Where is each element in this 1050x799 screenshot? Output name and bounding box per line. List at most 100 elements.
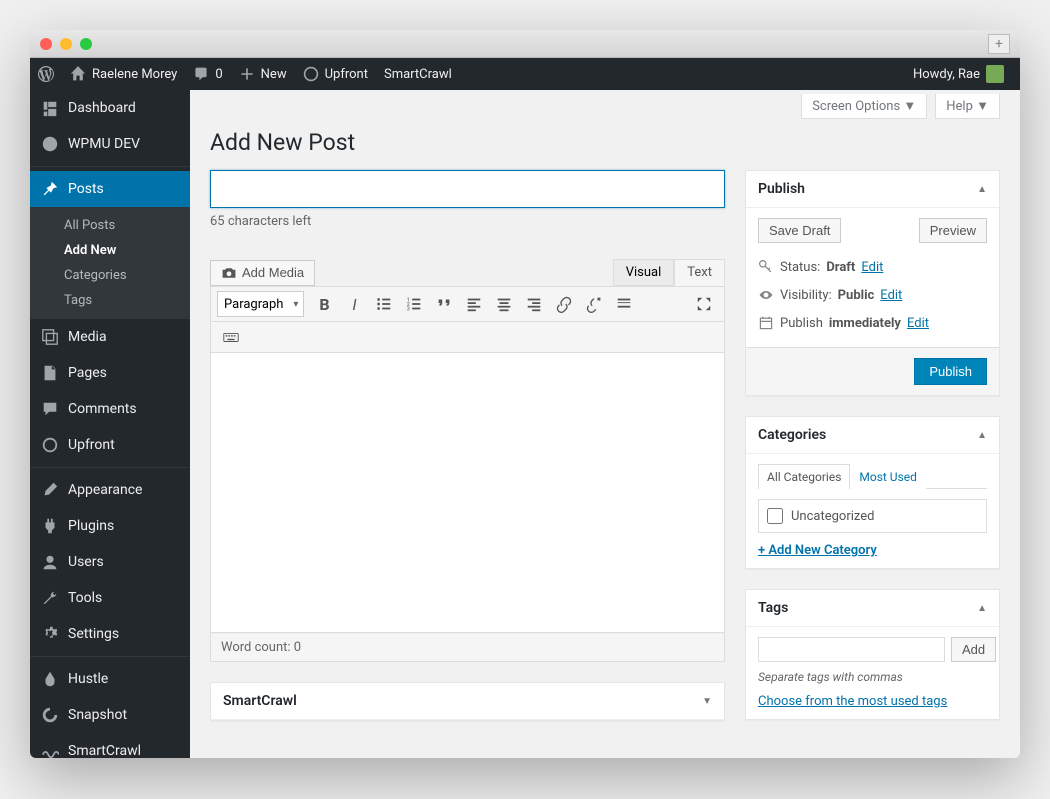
mac-close-button[interactable] — [40, 38, 52, 50]
visual-tab[interactable]: Visual — [613, 259, 675, 286]
collapse-icon[interactable]: ▲ — [977, 184, 987, 195]
preview-button[interactable]: Preview — [919, 218, 987, 243]
wpmudev-icon — [41, 135, 59, 153]
upfront-menu[interactable]: Upfront — [295, 58, 376, 90]
submenu-tags[interactable]: Tags — [30, 288, 190, 313]
numbered-list-button[interactable]: 123 — [400, 291, 428, 317]
submenu-all-posts[interactable]: All Posts — [30, 213, 190, 238]
publish-button[interactable]: Publish — [914, 358, 987, 385]
italic-button[interactable]: I — [340, 291, 368, 317]
my-account-menu[interactable]: Howdy, Rae — [905, 58, 1012, 90]
add-category-link[interactable]: + Add New Category — [758, 543, 987, 558]
choose-tags-link[interactable]: Choose from the most used tags — [758, 694, 987, 709]
menu-users[interactable]: Users — [30, 544, 190, 580]
comments-menu[interactable]: 0 — [185, 58, 230, 90]
screen-options-tab[interactable]: Screen Options ▼ — [801, 94, 927, 119]
menu-plugins[interactable]: Plugins — [30, 508, 190, 544]
fullscreen-button[interactable] — [690, 291, 718, 317]
tags-box: Tags▲ Add Separate tags with commas Choo… — [745, 589, 1000, 720]
users-icon — [41, 553, 59, 571]
comments-count: 0 — [215, 67, 222, 82]
brush-icon — [41, 481, 59, 499]
bullet-list-button[interactable] — [370, 291, 398, 317]
site-name-label: Raelene Morey — [92, 67, 177, 82]
admin-toolbar: Raelene Morey 0 New Upfront SmartCrawl — [30, 58, 1020, 90]
menu-tools[interactable]: Tools — [30, 580, 190, 616]
new-label: New — [261, 67, 287, 82]
blockquote-button[interactable] — [430, 291, 458, 317]
tag-hint: Separate tags with commas — [758, 670, 987, 684]
menu-media[interactable]: Media — [30, 319, 190, 355]
align-center-button[interactable] — [490, 291, 518, 317]
menu-pages[interactable]: Pages — [30, 355, 190, 391]
categories-box: Categories▲ All Categories Most Used U — [745, 416, 1000, 569]
post-title-input[interactable] — [210, 170, 725, 208]
howdy-label: Howdy, Rae — [913, 67, 980, 82]
bold-button[interactable]: B — [310, 291, 338, 317]
menu-wpmudev[interactable]: WPMU DEV — [30, 126, 190, 162]
submenu-add-new[interactable]: Add New — [30, 238, 190, 263]
cat-tab-most[interactable]: Most Used — [850, 464, 926, 489]
wp-logo-menu[interactable] — [30, 58, 62, 90]
site-name-menu[interactable]: Raelene Morey — [62, 58, 185, 90]
menu-posts[interactable]: Posts — [30, 171, 190, 207]
menu-settings[interactable]: Settings — [30, 616, 190, 652]
mac-minimize-button[interactable] — [60, 38, 72, 50]
chars-left-label: 65 characters left — [210, 214, 725, 229]
menu-appearance[interactable]: Appearance — [30, 472, 190, 508]
category-item[interactable]: Uncategorized — [767, 508, 978, 524]
cat-tab-all[interactable]: All Categories — [758, 464, 850, 489]
format-select[interactable]: Paragraph — [217, 291, 304, 317]
category-checkbox[interactable] — [767, 508, 783, 524]
new-content-menu[interactable]: New — [231, 58, 295, 90]
menu-hustle[interactable]: Hustle — [30, 661, 190, 697]
submenu-categories[interactable]: Categories — [30, 263, 190, 288]
home-icon — [70, 66, 86, 82]
plus-icon — [239, 66, 255, 82]
mac-zoom-button[interactable] — [80, 38, 92, 50]
text-tab[interactable]: Text — [674, 259, 725, 286]
avatar — [986, 65, 1004, 83]
mac-titlebar: + — [30, 30, 1020, 58]
menu-smartcrawl[interactable]: SmartCrawl — [30, 733, 190, 758]
collapse-icon[interactable]: ▲ — [977, 603, 987, 614]
unlink-button[interactable] — [580, 291, 608, 317]
tools-icon — [41, 589, 59, 607]
link-button[interactable] — [550, 291, 578, 317]
content-editor[interactable] — [210, 353, 725, 633]
add-tag-button[interactable]: Add — [951, 637, 996, 662]
admin-sidebar: Dashboard WPMU DEV Posts All Posts Add N… — [30, 58, 190, 758]
edit-schedule-link[interactable]: Edit — [907, 316, 929, 331]
comment-icon — [193, 66, 209, 82]
tag-input[interactable] — [758, 637, 945, 662]
smartcrawl-metabox-header[interactable]: SmartCrawl ▼ — [211, 683, 724, 720]
comments-icon — [41, 400, 59, 418]
smartcrawl-icon — [41, 742, 59, 758]
posts-submenu: All Posts Add New Categories Tags — [30, 207, 190, 319]
align-right-button[interactable] — [520, 291, 548, 317]
page-icon — [41, 364, 59, 382]
edit-visibility-link[interactable]: Edit — [880, 288, 902, 303]
snapshot-icon — [41, 706, 59, 724]
edit-status-link[interactable]: Edit — [861, 260, 883, 275]
menu-snapshot[interactable]: Snapshot — [30, 697, 190, 733]
keyboard-button[interactable] — [217, 324, 245, 350]
upfront-menu-icon — [41, 436, 59, 454]
chevron-down-icon[interactable]: ▼ — [702, 696, 712, 707]
pin-icon — [41, 180, 59, 198]
eye-icon — [758, 287, 774, 303]
readmore-button[interactable] — [610, 291, 638, 317]
menu-dashboard[interactable]: Dashboard — [30, 90, 190, 126]
camera-icon — [221, 265, 237, 281]
help-tab[interactable]: Help ▼ — [935, 94, 1000, 119]
add-media-button[interactable]: Add Media — [210, 260, 315, 286]
collapse-icon[interactable]: ▲ — [977, 430, 987, 441]
mac-new-tab-button[interactable]: + — [988, 34, 1010, 54]
word-count: Word count: 0 — [210, 633, 725, 662]
menu-comments[interactable]: Comments — [30, 391, 190, 427]
menu-upfront[interactable]: Upfront — [30, 427, 190, 463]
smartcrawl-menu[interactable]: SmartCrawl — [376, 58, 460, 90]
align-left-button[interactable] — [460, 291, 488, 317]
save-draft-button[interactable]: Save Draft — [758, 218, 841, 243]
plugin-icon — [41, 517, 59, 535]
